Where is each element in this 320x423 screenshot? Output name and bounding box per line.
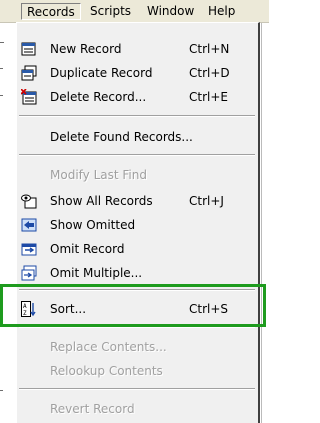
omit-record-icon (21, 241, 37, 257)
records-dropdown-menu: New Record Ctrl+N Duplicate Record Ctrl+… (16, 22, 260, 423)
menu-item-shortcut: Ctrl+D (189, 66, 230, 80)
menu-item-new-record[interactable]: New Record Ctrl+N (17, 37, 257, 61)
menu-item-revert-record[interactable]: Revert Record (17, 397, 257, 421)
sort-highlight-box (0, 284, 266, 327)
menu-bar: Records Scripts Window Help (0, 0, 269, 23)
menu-item-label: Revert Record (50, 402, 135, 416)
menu-item-label: Replace Contents... (50, 340, 167, 354)
menu-separator (19, 388, 255, 390)
delete-record-icon (20, 88, 37, 105)
menu-item-omit-record[interactable]: Omit Record (17, 237, 257, 261)
menu-item-relookup-contents[interactable]: Relookup Contents (17, 359, 257, 383)
menu-scripts[interactable]: Scripts (85, 3, 136, 20)
show-omitted-icon (21, 217, 37, 233)
menu-item-label: Delete Found Records... (50, 130, 193, 144)
menu-item-omit-multiple[interactable]: Omit Multiple... (17, 261, 257, 285)
menu-item-shortcut: Ctrl+J (189, 194, 224, 208)
menu-help[interactable]: Help (203, 3, 240, 20)
menu-item-label: Omit Multiple... (50, 266, 143, 280)
menu-item-shortcut: Ctrl+E (189, 90, 228, 104)
menu-item-shortcut: Ctrl+N (189, 42, 230, 56)
menu-records[interactable]: Records (21, 3, 81, 20)
menu-separator (19, 154, 255, 156)
menu-item-delete-found-records[interactable]: Delete Found Records... (17, 125, 257, 149)
background-window-right-edge (259, 22, 269, 423)
omit-multiple-icon (21, 265, 37, 281)
background-window-left-edge (0, 22, 16, 423)
new-record-icon (21, 41, 37, 57)
menu-item-label: Modify Last Find (50, 168, 147, 182)
menu-item-modify-last-find[interactable]: Modify Last Find (17, 163, 257, 187)
menu-window[interactable]: Window (142, 3, 199, 20)
menu-item-replace-contents[interactable]: Replace Contents... (17, 335, 257, 359)
menu-item-label: Relookup Contents (50, 364, 163, 378)
duplicate-record-icon (21, 65, 37, 81)
show-all-records-icon (21, 193, 37, 209)
menu-item-label: Show All Records (50, 194, 153, 208)
menu-item-label: Delete Record... (50, 90, 147, 104)
menu-item-label: New Record (50, 42, 122, 56)
menu-item-duplicate-record[interactable]: Duplicate Record Ctrl+D (17, 61, 257, 85)
menu-item-label: Omit Record (50, 242, 125, 256)
menu-item-label: Show Omitted (50, 218, 136, 232)
menu-item-show-all-records[interactable]: Show All Records Ctrl+J (17, 189, 257, 213)
menu-item-label: Duplicate Record (50, 66, 153, 80)
menu-item-delete-record[interactable]: Delete Record... Ctrl+E (17, 85, 257, 109)
menu-separator (19, 115, 255, 117)
menu-item-show-omitted[interactable]: Show Omitted (17, 213, 257, 237)
